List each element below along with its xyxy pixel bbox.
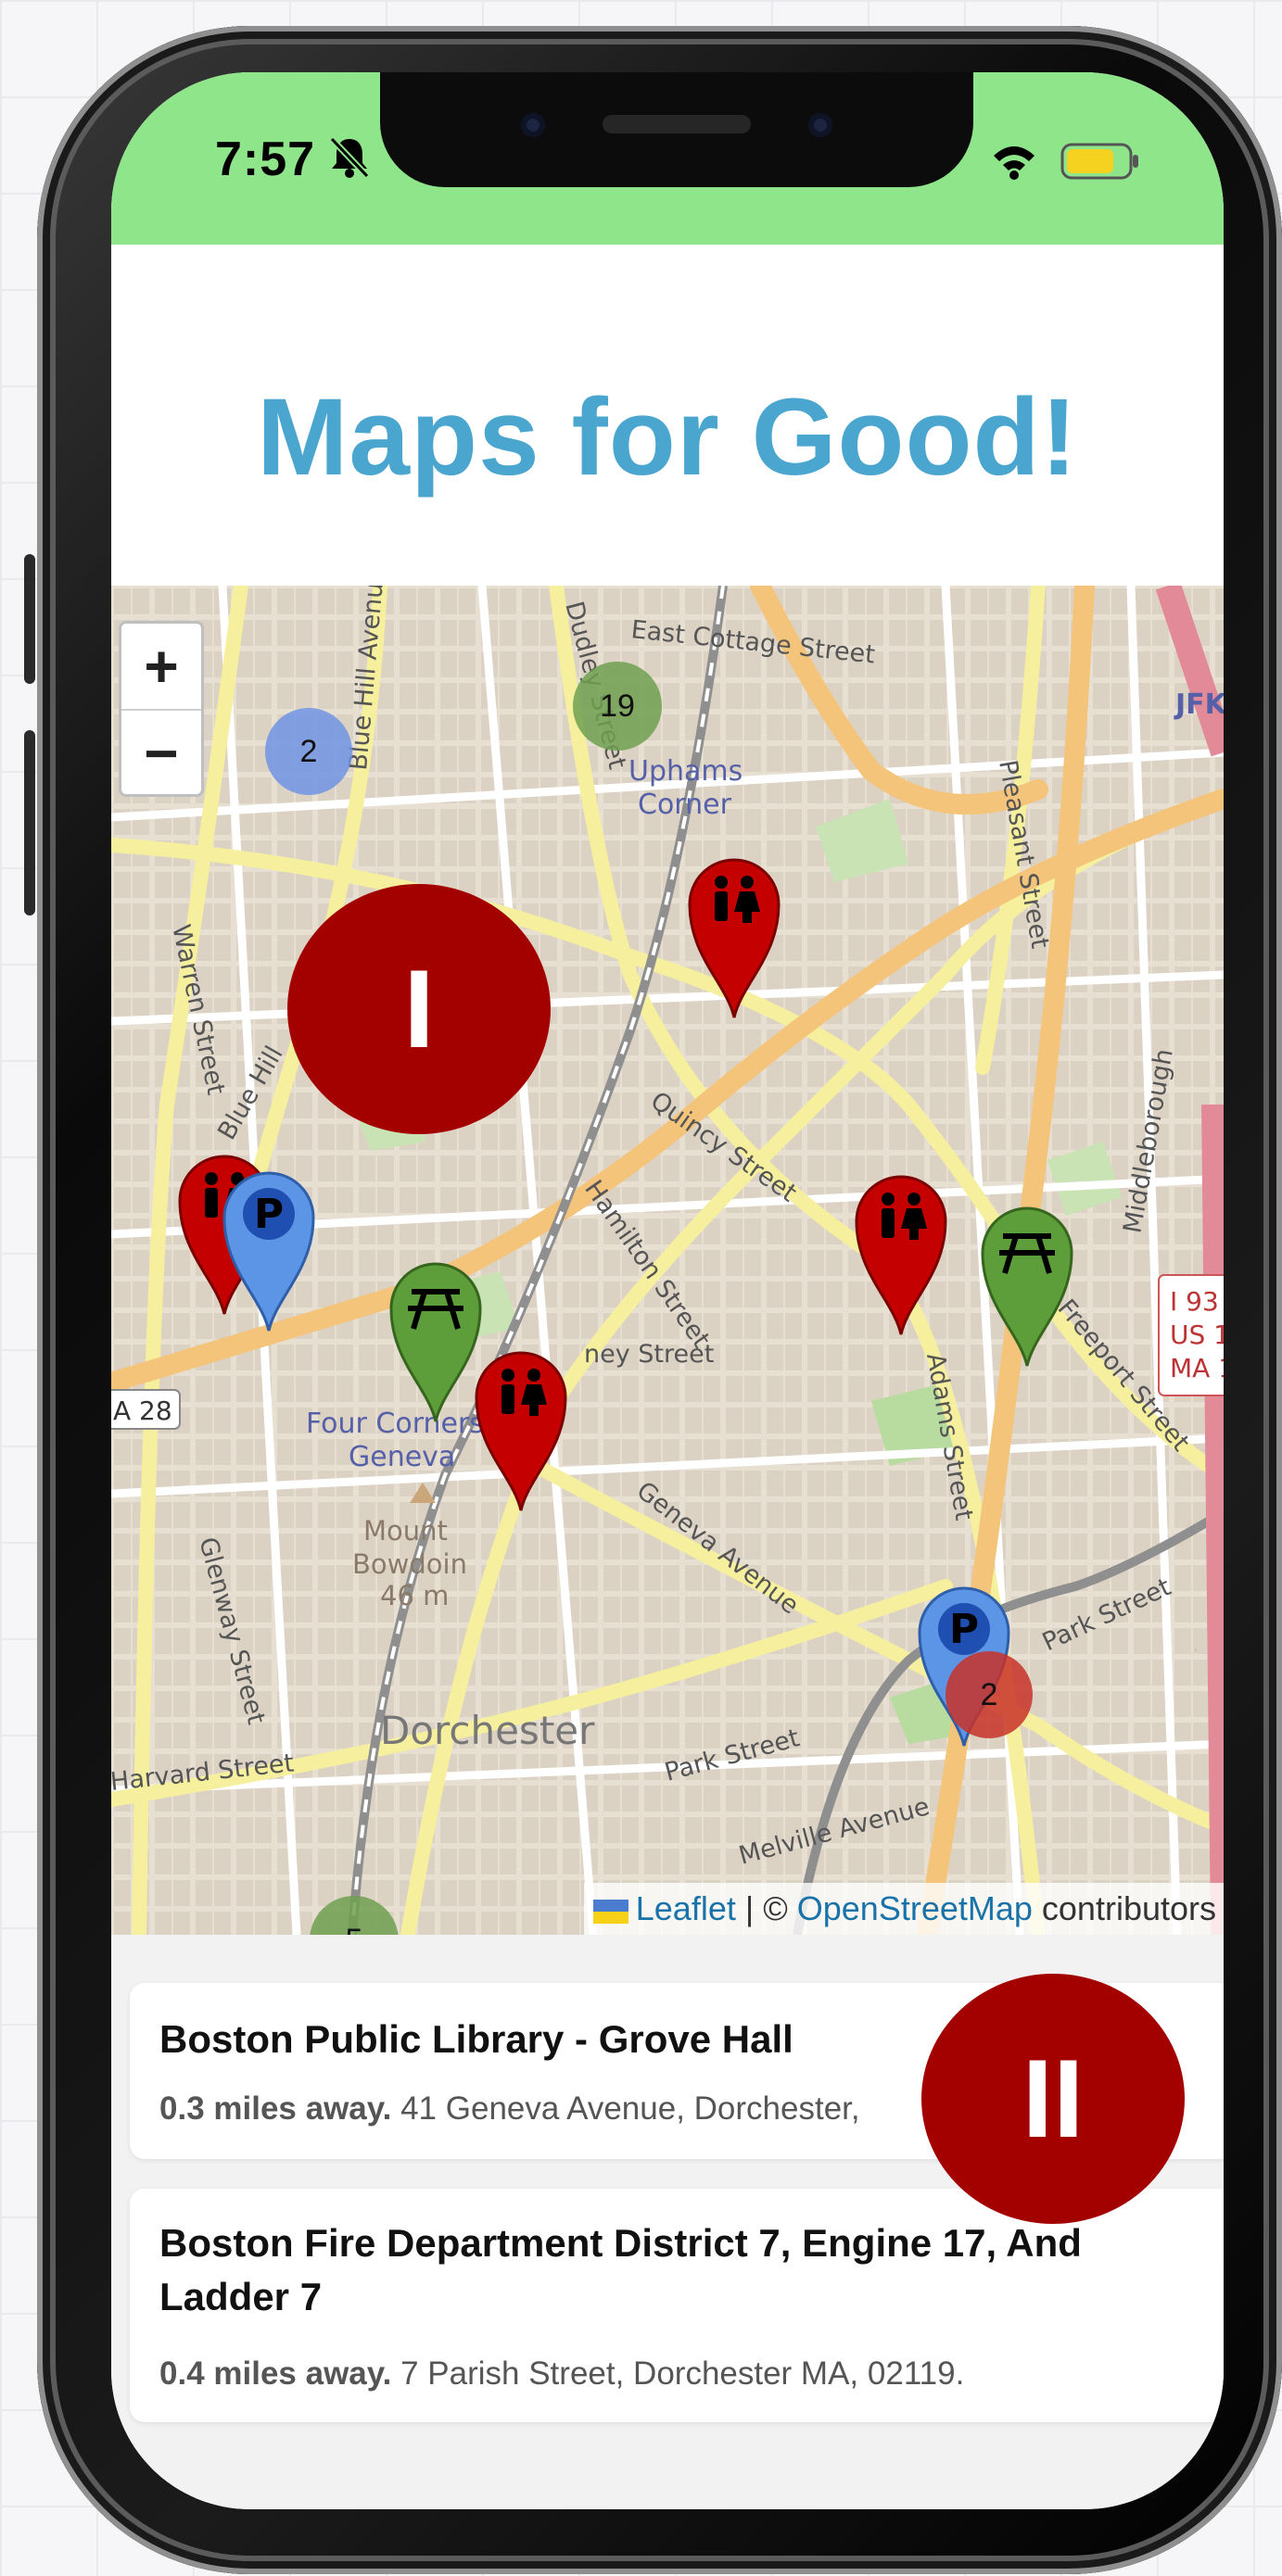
peak-label-bowdoin: Bowdoin bbox=[352, 1548, 467, 1580]
parking-pin-1[interactable]: P bbox=[221, 1168, 317, 1334]
app-header: Maps for Good! bbox=[111, 245, 1224, 586]
bell-slash-icon bbox=[329, 136, 370, 179]
place-label-geneva: Geneva bbox=[349, 1441, 455, 1473]
restroom-pin-3[interactable] bbox=[473, 1347, 569, 1514]
results-list: Boston Public Library - Grove Hall 0.3 m… bbox=[111, 1935, 1224, 2509]
openstreetmap-link[interactable]: OpenStreetMap bbox=[797, 1889, 1033, 1927]
annotation-badge-two: II bbox=[921, 1974, 1185, 2224]
result-title-line1: Boston Fire Department District 7, Engin… bbox=[159, 2221, 1082, 2265]
street-label-ney: ney Street bbox=[584, 1340, 714, 1369]
cluster-count: 5 bbox=[346, 1923, 363, 1935]
result-title: Boston Fire Department District 7, Engin… bbox=[159, 2216, 1082, 2324]
attribution-suffix: contributors bbox=[1032, 1889, 1216, 1927]
leaflet-link[interactable]: Leaflet bbox=[636, 1889, 736, 1927]
peak-label-mount: Mount bbox=[363, 1515, 448, 1547]
place-label-jfk: JFK bbox=[1174, 688, 1224, 721]
result-title: Boston Public Library - Grove Hall bbox=[159, 2017, 793, 2061]
route-shield-a28: A 28 bbox=[113, 1395, 172, 1426]
annotation-badge-two-text: II bbox=[1022, 2037, 1085, 2161]
picnic-pin-1[interactable] bbox=[387, 1258, 484, 1425]
page-title: Maps for Good! bbox=[257, 376, 1078, 499]
result-title-line2: Ladder 7 bbox=[159, 2275, 323, 2318]
result-distance: 0.3 miles away. bbox=[159, 2090, 392, 2127]
route-shield-i93: I 93 bbox=[1170, 1286, 1219, 1317]
battery-icon bbox=[1060, 143, 1138, 180]
cluster-red-2[interactable]: 2 bbox=[946, 1651, 1033, 1738]
parking-icon: P bbox=[254, 1191, 284, 1238]
route-shield-ma1: MA 1 bbox=[1170, 1353, 1224, 1383]
restroom-pin-1[interactable] bbox=[686, 854, 782, 1021]
cluster-green-19[interactable]: 19 bbox=[573, 662, 662, 751]
status-time: 7:57 bbox=[215, 133, 316, 186]
cluster-count: 2 bbox=[980, 1677, 998, 1712]
place-label-corner: Corner bbox=[638, 789, 732, 821]
result-distance: 0.4 miles away. bbox=[159, 2355, 392, 2392]
zoom-control: + − bbox=[119, 621, 204, 797]
ukraine-flag-icon bbox=[592, 1900, 628, 1924]
attribution-separator: | © bbox=[735, 1889, 797, 1927]
result-meta: 0.4 miles away. 7 Parish Street, Dorches… bbox=[159, 2355, 964, 2393]
camera-notch bbox=[380, 72, 973, 187]
volume-up-button bbox=[24, 730, 35, 915]
route-shield-us1: US 1 bbox=[1170, 1320, 1224, 1350]
annotation-badge-one: I bbox=[287, 884, 551, 1134]
silent-switch bbox=[24, 554, 35, 684]
result-address: 7 Parish Street, Dorchester MA, 02119. bbox=[400, 2355, 965, 2392]
cluster-blue-2[interactable]: 2 bbox=[265, 708, 352, 795]
earpiece-speaker bbox=[603, 115, 751, 133]
cluster-count: 2 bbox=[299, 734, 318, 769]
picnic-pin-2[interactable] bbox=[979, 1203, 1075, 1370]
cluster-count: 19 bbox=[600, 688, 635, 724]
zoom-in-button[interactable]: + bbox=[121, 624, 201, 709]
map-view[interactable]: East Cottage Street Dudley Street Blue H… bbox=[111, 586, 1224, 1935]
place-label-dorchester: Dorchester bbox=[380, 1708, 595, 1753]
camera-lens-left bbox=[521, 113, 545, 137]
parking-icon: P bbox=[949, 1606, 979, 1653]
status-bar: 7:57 bbox=[111, 72, 1224, 245]
phone-screen: 7:57 Maps for Good! East Cottage Street … bbox=[111, 72, 1224, 2509]
place-label-uphams: Uphams bbox=[628, 755, 743, 788]
zoom-out-button[interactable]: − bbox=[121, 711, 201, 796]
wifi-icon bbox=[994, 146, 1034, 180]
camera-lens-right bbox=[808, 113, 832, 137]
restroom-pin-4[interactable] bbox=[853, 1171, 949, 1338]
result-meta: 0.3 miles away. 41 Geneva Avenue, Dorche… bbox=[159, 2090, 860, 2128]
annotation-badge-one-text: I bbox=[403, 947, 435, 1071]
peak-label-elevation: 46 m bbox=[380, 1580, 449, 1611]
map-attribution: Leaflet | © OpenStreetMap contributors bbox=[583, 1883, 1224, 1935]
result-address: 41 Geneva Avenue, Dorchester, bbox=[400, 2090, 860, 2127]
